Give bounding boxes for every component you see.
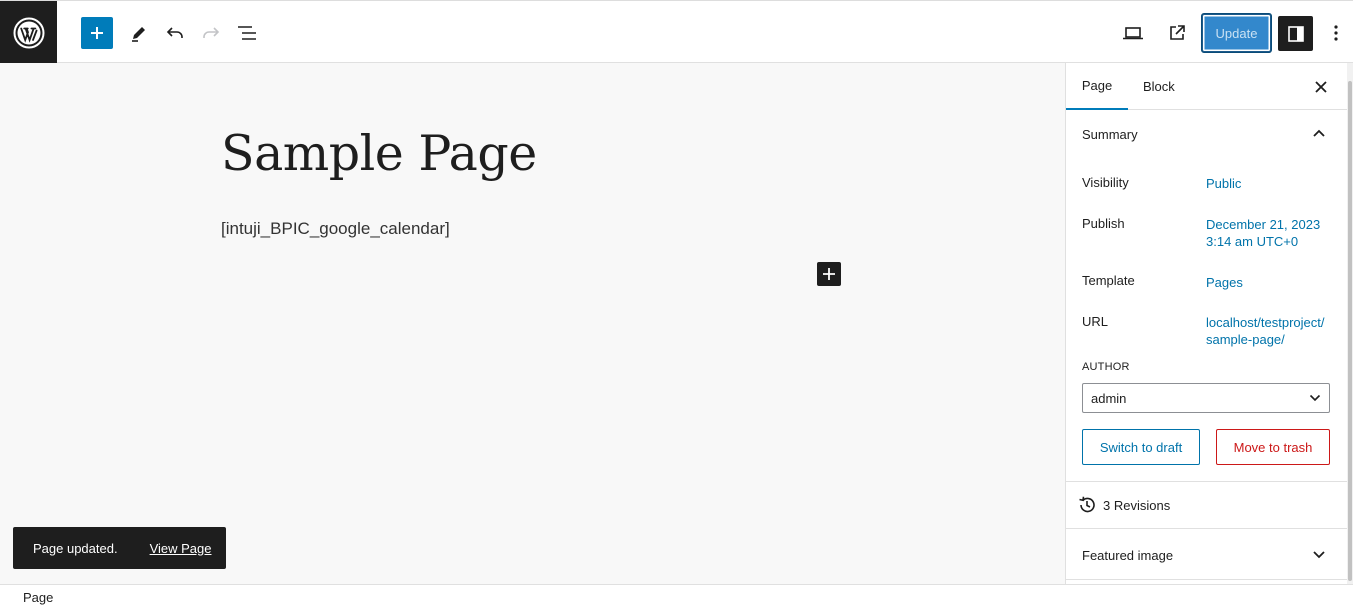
list-view-icon xyxy=(238,26,256,40)
preview-button[interactable] xyxy=(1117,17,1149,49)
summary-title: Summary xyxy=(1082,127,1138,142)
revisions-label: 3 Revisions xyxy=(1103,498,1171,513)
publish-label: Publish xyxy=(1082,216,1125,231)
redo-icon xyxy=(203,27,220,38)
settings-toggle-button[interactable] xyxy=(1278,16,1313,51)
revisions-button[interactable]: 3 Revisions xyxy=(1066,482,1348,528)
external-link-icon xyxy=(1170,25,1185,40)
wordpress-logo-icon xyxy=(13,17,44,48)
close-sidebar-button[interactable] xyxy=(1309,75,1333,99)
featured-image-title: Featured image xyxy=(1082,548,1174,563)
author-label: AUTHOR xyxy=(1082,361,1130,373)
visibility-label: Visibility xyxy=(1082,175,1129,190)
options-menu-button[interactable] xyxy=(1320,17,1352,49)
snackbar-notice: Page updated. View Page xyxy=(13,527,226,569)
tab-block[interactable]: Block xyxy=(1143,63,1175,110)
move-to-trash-button[interactable]: Move to trash xyxy=(1216,429,1330,465)
chevron-down-icon xyxy=(1307,390,1323,406)
url-value[interactable]: localhost/testproject/sample-page/ xyxy=(1206,314,1326,348)
plus-icon xyxy=(823,268,835,280)
publish-value[interactable]: December 21, 2023 3:14 am UTC+0 xyxy=(1206,216,1326,250)
redo-button[interactable] xyxy=(195,17,227,49)
post-title[interactable]: Sample Page xyxy=(221,125,537,182)
document-overview-button[interactable] xyxy=(231,17,263,49)
view-page-external-button[interactable] xyxy=(1161,17,1193,49)
block-inserter-button[interactable] xyxy=(81,17,113,49)
template-label: Template xyxy=(1082,273,1135,288)
editor-app: Update Sample Page [intuji_BPIC_google_c… xyxy=(0,0,1353,605)
featured-image-panel-toggle[interactable]: Featured image xyxy=(1066,529,1348,579)
sidebar-tabs: Page Block xyxy=(1066,63,1348,110)
undo-button[interactable] xyxy=(159,17,191,49)
scrollbar-thumb[interactable] xyxy=(1348,81,1352,581)
settings-sidebar: Page Block Summary Visibility Public Pub… xyxy=(1065,63,1348,584)
summary-panel-toggle[interactable]: Summary xyxy=(1066,110,1348,156)
update-button-label: Update xyxy=(1215,25,1258,41)
shortcode-block[interactable]: [intuji_BPIC_google_calendar] xyxy=(221,219,450,239)
update-button[interactable]: Update xyxy=(1202,14,1271,52)
plus-icon xyxy=(91,27,103,39)
visibility-value[interactable]: Public xyxy=(1206,175,1326,192)
sidebar-scrollbar[interactable] xyxy=(1347,63,1353,584)
more-vertical-icon xyxy=(1334,25,1338,41)
sidebar-icon xyxy=(1287,25,1304,42)
divider xyxy=(1066,579,1348,580)
pencil-icon xyxy=(132,27,145,42)
view-page-link[interactable]: View Page xyxy=(150,541,212,556)
move-to-trash-label: Move to trash xyxy=(1233,439,1313,455)
switch-to-draft-label: Switch to draft xyxy=(1099,439,1183,455)
snackbar-message: Page updated. xyxy=(33,540,118,556)
tools-button[interactable] xyxy=(123,17,155,49)
history-icon xyxy=(1077,495,1097,515)
editor-canvas[interactable]: Sample Page [intuji_BPIC_google_calendar… xyxy=(0,63,1065,584)
chevron-down-icon xyxy=(1309,545,1329,565)
close-icon xyxy=(1315,81,1327,93)
author-selected-value: admin xyxy=(1091,390,1127,406)
chevron-up-icon xyxy=(1309,123,1329,143)
wordpress-logo-button[interactable] xyxy=(0,1,57,64)
switch-to-draft-button[interactable]: Switch to draft xyxy=(1082,429,1200,465)
editor-header: Update xyxy=(0,0,1353,64)
undo-icon xyxy=(166,27,183,38)
breadcrumb-item-page[interactable]: Page xyxy=(23,590,53,605)
template-value[interactable]: Pages xyxy=(1206,274,1326,291)
author-select[interactable]: admin xyxy=(1082,383,1330,413)
url-label: URL xyxy=(1082,314,1109,329)
laptop-icon xyxy=(1123,27,1143,40)
block-breadcrumb-bar: Page xyxy=(0,584,1353,605)
add-block-button[interactable] xyxy=(817,262,841,286)
tab-page[interactable]: Page xyxy=(1066,63,1128,110)
